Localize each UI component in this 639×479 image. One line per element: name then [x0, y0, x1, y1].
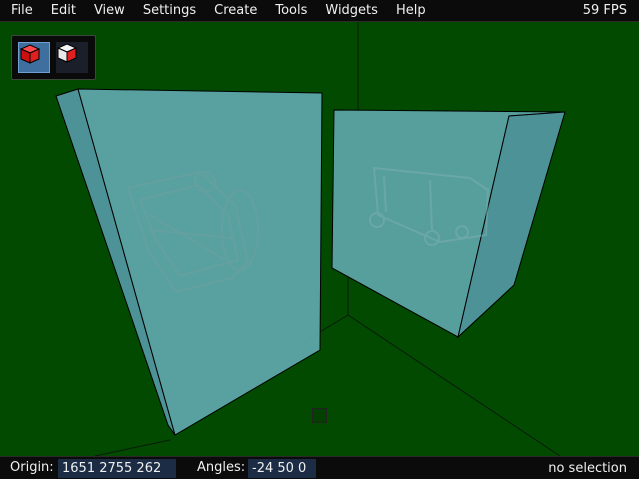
fps-counter: 59 FPS: [582, 3, 627, 18]
status-bar: Origin: 1651 2755 262 Angles: -24 50 0 n…: [0, 456, 639, 479]
selection-marker[interactable]: [312, 408, 327, 423]
menu-bar: File Edit View Settings Create Tools Wid…: [0, 0, 639, 22]
origin-label: Origin:: [10, 460, 54, 475]
menu-edit[interactable]: Edit: [40, 0, 83, 22]
angles-field[interactable]: -24 50 0: [248, 459, 316, 478]
menu-widgets[interactable]: Widgets: [314, 0, 385, 22]
menu-create[interactable]: Create: [203, 0, 264, 22]
left-box[interactable]: [55, 88, 323, 436]
right-box[interactable]: [331, 109, 566, 339]
origin-field[interactable]: 1651 2755 262: [58, 459, 176, 478]
toolbox: [11, 35, 96, 80]
red-cube-icon[interactable]: [18, 42, 50, 73]
red-white-cube-icon[interactable]: [56, 42, 88, 73]
menu-view[interactable]: View: [83, 0, 132, 22]
menu-file[interactable]: File: [0, 0, 40, 22]
selection-status: no selection: [548, 461, 627, 476]
menu-settings[interactable]: Settings: [132, 0, 203, 22]
menu-help[interactable]: Help: [385, 0, 433, 22]
scene-render: [55, 22, 566, 456]
3d-viewport[interactable]: [0, 22, 639, 456]
angles-label: Angles:: [197, 460, 246, 475]
menu-tools[interactable]: Tools: [264, 0, 314, 22]
